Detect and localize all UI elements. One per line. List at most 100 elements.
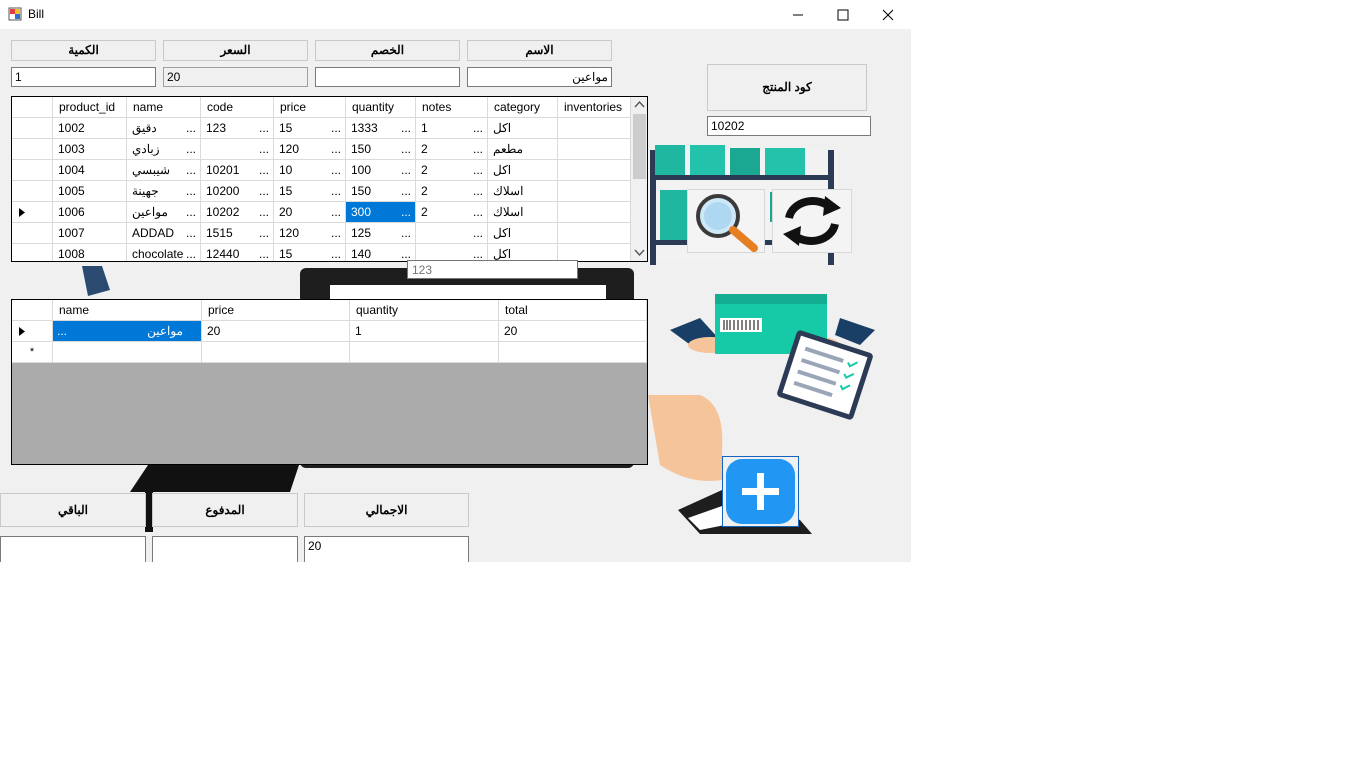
cell-price[interactable]: 120... <box>274 139 346 160</box>
cell-price[interactable]: 15... <box>274 244 346 261</box>
cell-product-id[interactable]: 1005 <box>53 181 127 202</box>
bill-row-header[interactable] <box>12 321 53 342</box>
row-header[interactable] <box>12 244 53 261</box>
column-header-notes[interactable]: notes <box>416 97 488 118</box>
cell-inventories[interactable] <box>558 223 631 244</box>
cell-notes[interactable]: 2... <box>416 160 488 181</box>
cell-quantity[interactable]: 150... <box>346 181 416 202</box>
row-header[interactable] <box>12 139 53 160</box>
product-code-field[interactable]: 10202 <box>707 116 871 136</box>
scroll-down-icon[interactable] <box>634 247 645 257</box>
cell-code[interactable]: 1515... <box>201 223 274 244</box>
cell-inventories[interactable] <box>558 181 631 202</box>
cell-product-id[interactable]: 1004 <box>53 160 127 181</box>
cell-notes[interactable]: 1... <box>416 118 488 139</box>
new-row-cell[interactable] <box>350 342 499 363</box>
total-field[interactable]: 20 <box>304 536 469 562</box>
cell-inventories[interactable] <box>558 139 631 160</box>
cell-category[interactable]: اكل <box>488 118 558 139</box>
cell-category[interactable]: اكل <box>488 223 558 244</box>
column-header-name[interactable]: name <box>127 97 201 118</box>
row-header[interactable] <box>12 223 53 244</box>
bill-column-header-name[interactable]: name <box>53 300 202 321</box>
cell-code[interactable]: 10201... <box>201 160 274 181</box>
bill-cell-quantity[interactable]: 1 <box>350 321 499 342</box>
new-row-cell[interactable] <box>499 342 647 363</box>
refresh-button[interactable] <box>772 189 852 253</box>
cell-notes[interactable]: ... <box>416 223 488 244</box>
name-field[interactable]: مواعين <box>467 67 612 87</box>
cell-price[interactable]: 15... <box>274 118 346 139</box>
cell-category[interactable]: اسلاك <box>488 181 558 202</box>
cell-price[interactable]: 20... <box>274 202 346 223</box>
cell-quantity[interactable]: 150... <box>346 139 416 160</box>
cell-code[interactable]: 10200... <box>201 181 274 202</box>
row-header[interactable] <box>12 160 53 181</box>
column-header-code[interactable]: code <box>201 97 274 118</box>
vertical-scrollbar[interactable] <box>631 97 647 261</box>
cell-name[interactable]: chocolate... <box>127 244 201 261</box>
column-header-price[interactable]: price <box>274 97 346 118</box>
bill-grid[interactable]: name price quantity total مواعين... 20 1… <box>11 299 648 465</box>
cell-name[interactable]: شيبسي... <box>127 160 201 181</box>
quantity-field[interactable]: 1 <box>11 67 156 87</box>
column-header-product-id[interactable]: product_id <box>53 97 127 118</box>
cell-name[interactable]: ADDAD... <box>127 223 201 244</box>
column-header-category[interactable]: category <box>488 97 558 118</box>
remaining-field[interactable] <box>0 536 146 562</box>
cell-name[interactable]: جهينة... <box>127 181 201 202</box>
cell-product-id[interactable]: 1002 <box>53 118 127 139</box>
cell-quantity[interactable]: 125... <box>346 223 416 244</box>
cell-code[interactable]: 10202... <box>201 202 274 223</box>
cell-category[interactable]: مطعم <box>488 139 558 160</box>
row-header[interactable] <box>12 202 53 223</box>
cell-product-id[interactable]: 1003 <box>53 139 127 160</box>
cell-inventories[interactable] <box>558 202 631 223</box>
cell-category[interactable]: اكل <box>488 160 558 181</box>
cell-name[interactable]: دقيق... <box>127 118 201 139</box>
products-grid[interactable]: product_id name code price quantity note… <box>11 96 648 262</box>
row-header[interactable] <box>12 118 53 139</box>
cell-inventories[interactable] <box>558 118 631 139</box>
price-field[interactable]: 20 <box>163 67 308 87</box>
new-row-cell[interactable] <box>53 342 202 363</box>
scroll-thumb[interactable] <box>633 114 646 179</box>
cell-notes[interactable]: 2... <box>416 181 488 202</box>
cell-price[interactable]: 120... <box>274 223 346 244</box>
cell-product-id[interactable]: 1006 <box>53 202 127 223</box>
bill-cell-name[interactable]: مواعين... <box>53 321 202 342</box>
cell-code[interactable]: 123... <box>201 118 274 139</box>
cell-name[interactable]: زبادي... <box>127 139 201 160</box>
cell-code[interactable]: 12440... <box>201 244 274 261</box>
new-row-cell[interactable] <box>202 342 350 363</box>
cell-product-id[interactable]: 1008 <box>53 244 127 261</box>
cell-price[interactable]: 10... <box>274 160 346 181</box>
column-header-inventories[interactable]: inventories <box>558 97 631 118</box>
cell-product-id[interactable]: 1007 <box>53 223 127 244</box>
bill-cell-price[interactable]: 20 <box>202 321 350 342</box>
paid-field[interactable] <box>152 536 298 562</box>
add-button[interactable] <box>722 456 799 527</box>
cell-code[interactable]: ... <box>201 139 274 160</box>
bill-column-header-quantity[interactable]: quantity <box>350 300 499 321</box>
cell-quantity[interactable]: 1333... <box>346 118 416 139</box>
scroll-up-icon[interactable] <box>634 100 645 110</box>
row-header[interactable] <box>12 181 53 202</box>
cell-price[interactable]: 15... <box>274 181 346 202</box>
bill-cell-total[interactable]: 20 <box>499 321 647 342</box>
cell-name[interactable]: مواعين... <box>127 202 201 223</box>
cell-quantity[interactable]: 140... <box>346 244 416 261</box>
cell-inventories[interactable] <box>558 160 631 181</box>
bill-column-header-price[interactable]: price <box>202 300 350 321</box>
cell-notes[interactable]: 2... <box>416 202 488 223</box>
column-header-quantity[interactable]: quantity <box>346 97 416 118</box>
bill-column-header-total[interactable]: total <box>499 300 647 321</box>
cell-notes[interactable]: 2... <box>416 139 488 160</box>
cell-quantity[interactable]: 100... <box>346 160 416 181</box>
cell-text: اكل <box>493 163 512 177</box>
new-row-marker[interactable]: * <box>12 342 53 363</box>
search-button[interactable] <box>687 189 765 253</box>
cell-quantity[interactable]: 300... <box>346 202 416 223</box>
discount-field[interactable] <box>315 67 460 87</box>
cell-category[interactable]: اسلاك <box>488 202 558 223</box>
